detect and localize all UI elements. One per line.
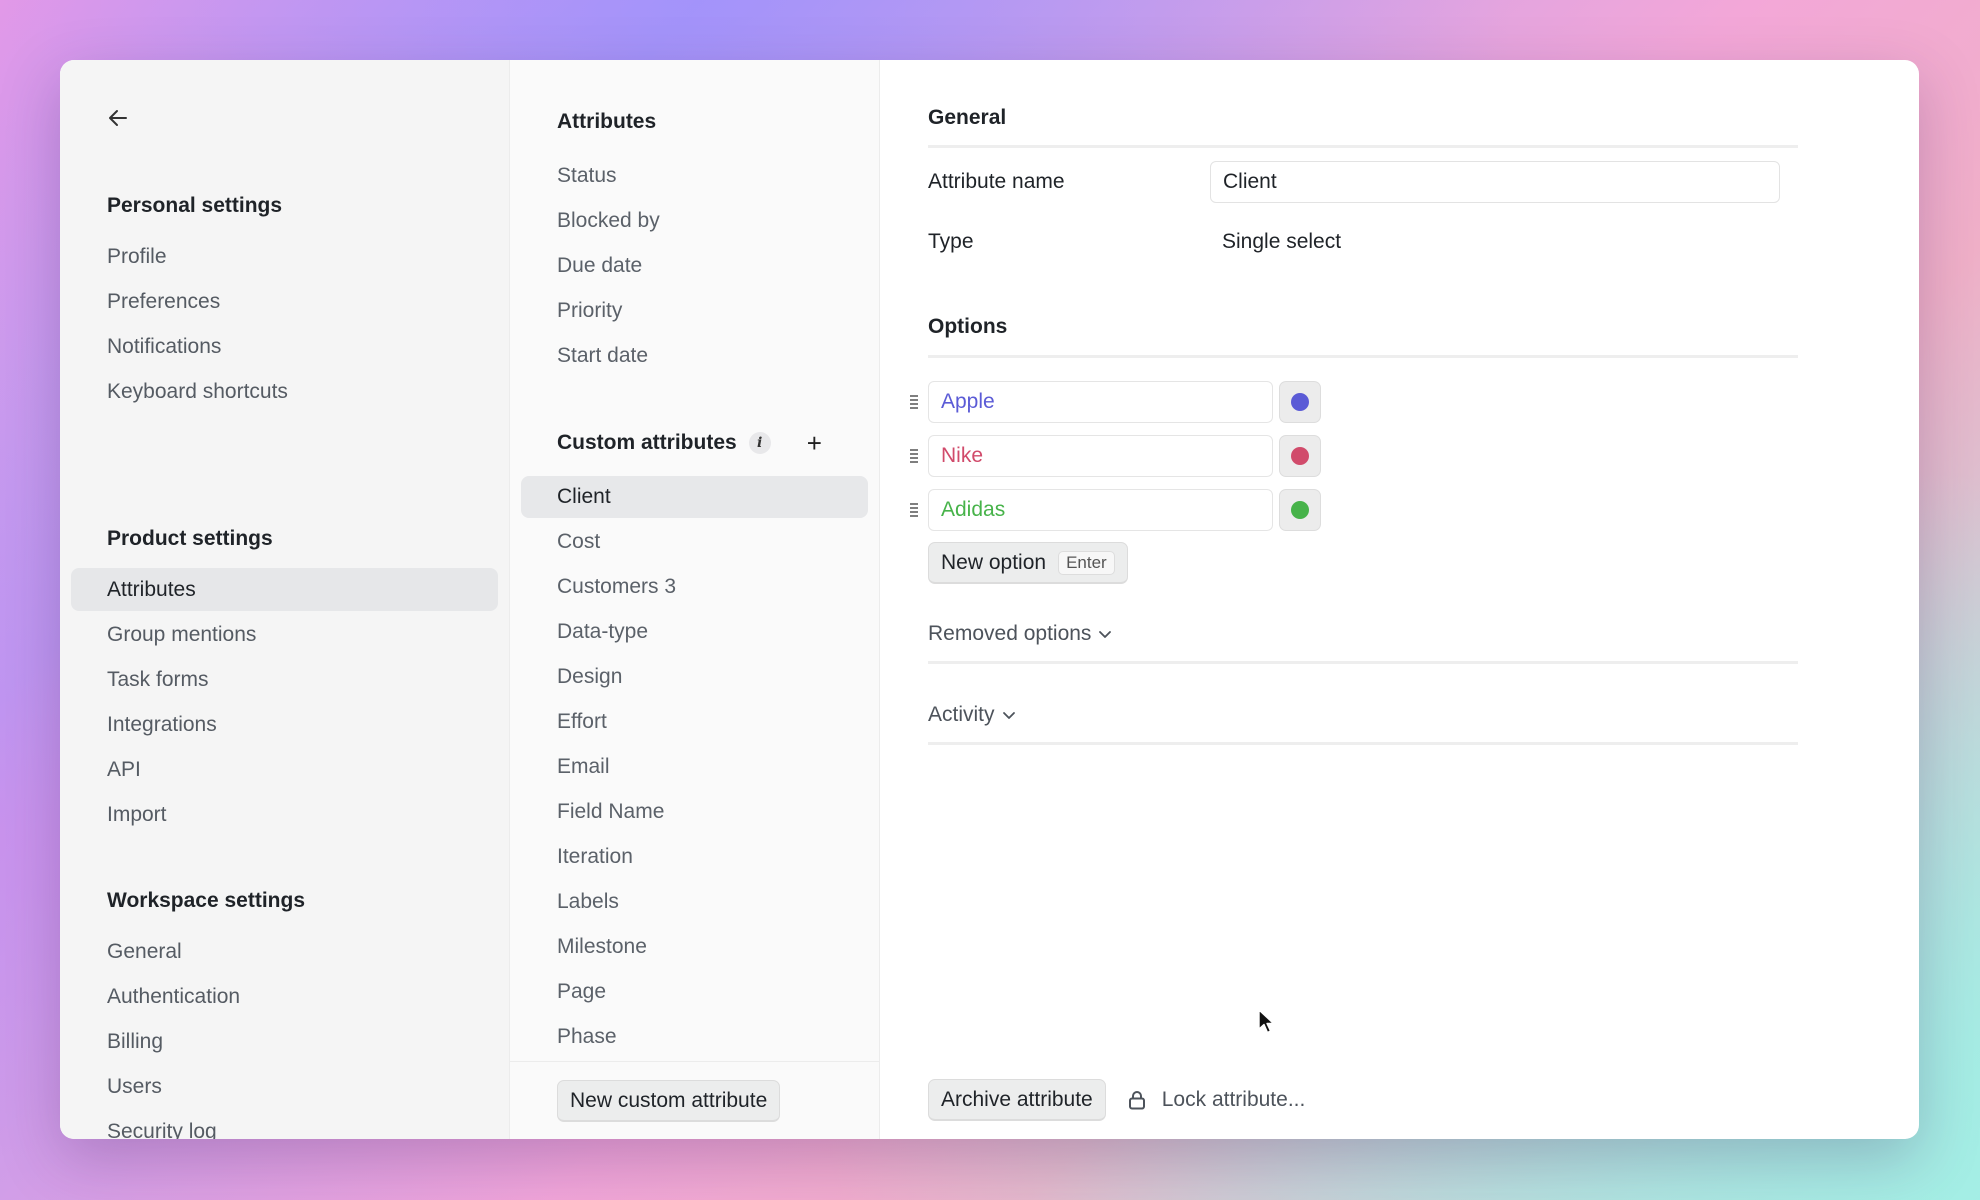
custom-attributes-heading: Custom attributes	[557, 431, 737, 454]
drag-handle-icon[interactable]	[900, 380, 928, 424]
removed-options-divider	[928, 661, 1798, 664]
activity-label: Activity	[928, 703, 995, 726]
lock-icon	[1128, 1091, 1145, 1110]
nav-item-users[interactable]: Users	[71, 1065, 498, 1108]
custom-attribute-item-field-name[interactable]: Field Name	[521, 791, 868, 833]
option-input-apple[interactable]	[928, 381, 1273, 423]
arrow-left-icon	[109, 110, 127, 126]
option-color-button[interactable]	[1279, 435, 1321, 477]
attributes-list: Status Blocked by Due date Priority Star…	[510, 155, 879, 380]
custom-attribute-item-design[interactable]: Design	[521, 656, 868, 698]
nav-item-group-mentions[interactable]: Group mentions	[71, 613, 498, 656]
section-heading: Workspace settings	[107, 889, 306, 912]
nav-item-general[interactable]: General	[71, 930, 498, 973]
option-row	[900, 434, 1321, 478]
section-heading: Product settings	[107, 527, 273, 550]
custom-attribute-item-effort[interactable]: Effort	[521, 701, 868, 743]
option-row	[900, 380, 1321, 424]
new-option-button[interactable]: New option Enter	[928, 542, 1128, 584]
custom-attribute-item-data-type[interactable]: Data-type	[521, 611, 868, 653]
options-section-title: Options	[928, 315, 1008, 338]
attribute-name-label: Attribute name	[928, 170, 1065, 193]
custom-attribute-item-iteration[interactable]: Iteration	[521, 836, 868, 878]
lock-attribute-label: Lock attribute...	[1161, 1088, 1306, 1111]
archive-attribute-button[interactable]: Archive attribute	[928, 1079, 1106, 1121]
color-swatch	[1291, 393, 1309, 411]
removed-options-label: Removed options	[928, 622, 1092, 645]
nav-item-notifications[interactable]: Notifications	[71, 325, 498, 368]
drag-handle-icon[interactable]	[900, 434, 928, 478]
back-button[interactable]	[104, 104, 132, 132]
detail-footer-actions: Archive attribute Lock attribute...	[928, 1079, 1305, 1121]
lock-attribute-button[interactable]: Lock attribute...	[1128, 1088, 1306, 1112]
drag-handle-icon[interactable]	[900, 488, 928, 532]
new-option-label: New option	[941, 550, 1047, 574]
attribute-item-status[interactable]: Status	[521, 155, 868, 197]
nav-item-integrations[interactable]: Integrations	[71, 703, 498, 746]
activity-toggle[interactable]: Activity	[928, 703, 1016, 727]
custom-attribute-item-page[interactable]: Page	[521, 971, 868, 1013]
general-section-title: General	[928, 106, 1007, 129]
custom-attribute-item-milestone[interactable]: Milestone	[521, 926, 868, 968]
settings-sidebar: Personal settings Profile Preferences No…	[60, 60, 509, 1139]
removed-options-toggle[interactable]: Removed options	[928, 622, 1112, 646]
nav-item-preferences[interactable]: Preferences	[71, 280, 498, 323]
custom-attribute-item-email[interactable]: Email	[521, 746, 868, 788]
product-settings-section: Product settings Attributes Group mentio…	[60, 524, 509, 838]
nav-item-import[interactable]: Import	[71, 793, 498, 836]
option-input-nike[interactable]	[928, 435, 1273, 477]
options-divider	[928, 355, 1798, 358]
attributes-heading: Attributes	[557, 110, 657, 133]
new-custom-attribute-button[interactable]: New custom attribute	[557, 1080, 781, 1122]
option-color-button[interactable]	[1279, 381, 1321, 423]
color-swatch	[1291, 501, 1309, 519]
custom-attribute-item-client[interactable]: Client	[521, 476, 868, 518]
nav-item-keyboard-shortcuts[interactable]: Keyboard shortcuts	[71, 370, 498, 413]
enter-shortcut-badge: Enter	[1058, 550, 1115, 575]
workspace-settings-section: Workspace settings General Authenticatio…	[60, 886, 509, 1139]
option-color-button[interactable]	[1279, 489, 1321, 531]
custom-attributes-header: Custom attributes i +	[557, 430, 822, 456]
type-label: Type	[928, 230, 974, 253]
nav-item-profile[interactable]: Profile	[71, 235, 498, 278]
mouse-cursor-icon	[1258, 1009, 1275, 1034]
option-input-adidas[interactable]	[928, 489, 1273, 531]
nav-item-attributes[interactable]: Attributes	[71, 568, 498, 611]
add-custom-attribute-button[interactable]: +	[807, 430, 822, 456]
option-row	[900, 488, 1321, 532]
attributes-list-footer: New custom attribute	[510, 1061, 879, 1139]
custom-attribute-item-labels[interactable]: Labels	[521, 881, 868, 923]
settings-window: Personal settings Profile Preferences No…	[60, 60, 1919, 1139]
section-heading: Personal settings	[107, 194, 283, 217]
attribute-item-due-date[interactable]: Due date	[521, 245, 868, 287]
activity-divider	[928, 742, 1798, 745]
nav-item-billing[interactable]: Billing	[71, 1020, 498, 1063]
attribute-detail-panel: General Attribute name Type Single selec…	[880, 60, 1919, 1139]
nav-item-task-forms[interactable]: Task forms	[71, 658, 498, 701]
nav-item-authentication[interactable]: Authentication	[71, 975, 498, 1018]
attribute-item-start-date[interactable]: Start date	[521, 335, 868, 377]
info-icon[interactable]: i	[748, 432, 771, 454]
custom-attribute-item-cost[interactable]: Cost	[521, 521, 868, 563]
custom-attribute-item-customers-3[interactable]: Customers 3	[521, 566, 868, 608]
custom-attribute-item-phase[interactable]: Phase	[521, 1016, 868, 1058]
attribute-item-priority[interactable]: Priority	[521, 290, 868, 332]
nav-item-security-log[interactable]: Security log	[71, 1110, 498, 1139]
general-divider	[928, 145, 1798, 148]
chevron-down-icon	[1002, 710, 1016, 720]
attribute-name-input[interactable]	[1210, 161, 1780, 203]
personal-settings-section: Personal settings Profile Preferences No…	[60, 191, 509, 415]
nav-item-api[interactable]: API	[71, 748, 498, 791]
custom-attributes-list: Client Cost Customers 3 Data-type Design…	[510, 476, 879, 1061]
attributes-list-panel: Attributes Status Blocked by Due date Pr…	[509, 60, 880, 1139]
color-swatch	[1291, 447, 1309, 465]
type-value: Single select	[1222, 230, 1342, 253]
chevron-down-icon	[1098, 629, 1112, 639]
attribute-item-blocked-by[interactable]: Blocked by	[521, 200, 868, 242]
